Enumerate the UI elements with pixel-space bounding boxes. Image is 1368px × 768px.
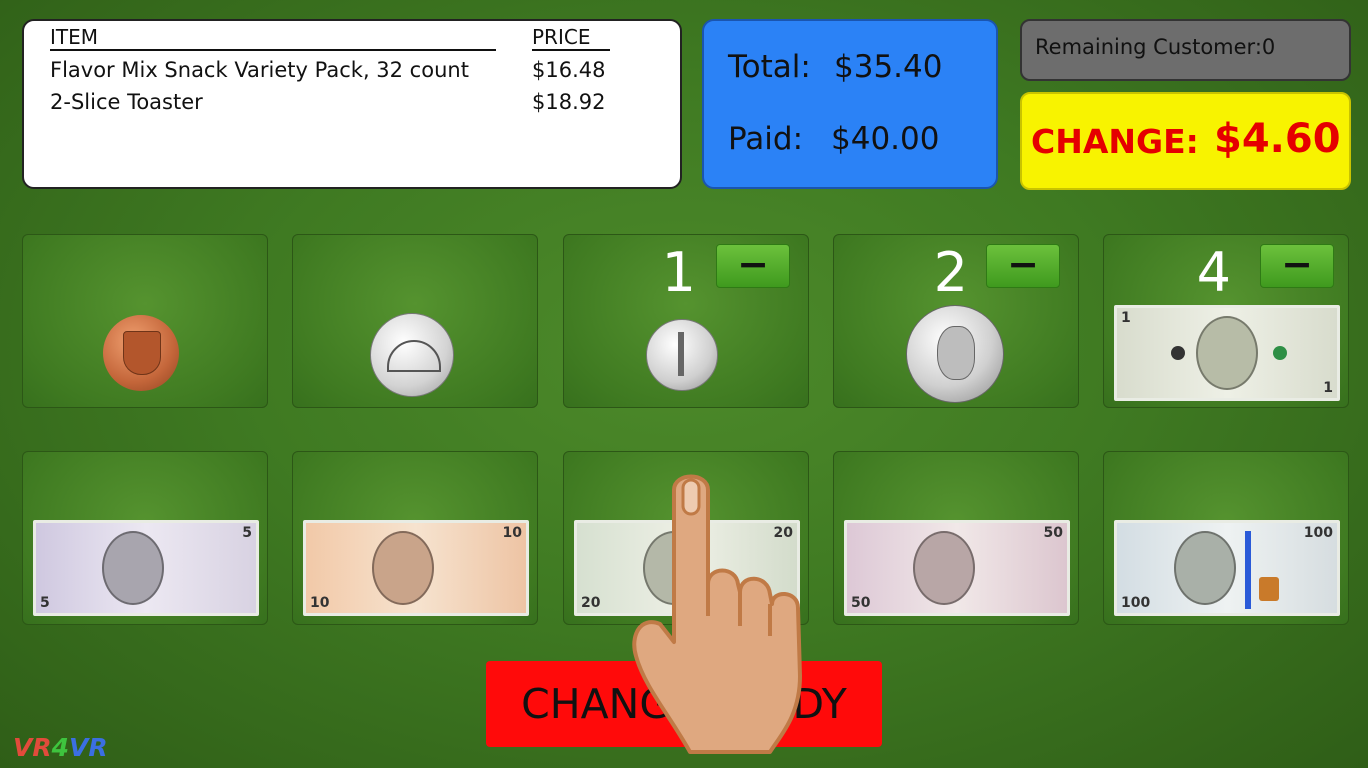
change-value: $4.60 [1214, 116, 1341, 162]
one-dollar-tile[interactable]: 4 − 1 1 [1103, 234, 1349, 408]
item-header: ITEM [50, 25, 99, 49]
quarter-coin-icon[interactable] [906, 305, 1004, 403]
change-panel: CHANGE: $4.60 [1020, 92, 1351, 190]
bill-denomination: 50 [1043, 525, 1063, 541]
quarter-count: 2 [933, 241, 968, 304]
price-header: PRICE [532, 25, 591, 49]
security-ribbon-icon [1245, 531, 1251, 609]
nickel-tile[interactable] [292, 234, 538, 408]
liberty-bell-icon [1259, 577, 1279, 601]
remaining-customers: Remaining Customer:0 [1020, 19, 1351, 81]
fifty-dollar-tile[interactable]: 50 50 [833, 451, 1079, 625]
paid-value: $40.00 [831, 121, 940, 157]
monticello-icon [387, 340, 441, 372]
dime-count: 1 [661, 241, 696, 304]
bill-denomination: 100 [1303, 525, 1333, 541]
receipt-item-price: $16.48 [532, 58, 606, 82]
washington-profile-icon [937, 326, 975, 380]
logo-vr: VR [13, 733, 52, 762]
quarter-minus-button[interactable]: − [986, 244, 1060, 288]
change-label: CHANGE: [1031, 122, 1199, 161]
shield-icon [123, 331, 161, 375]
bill-denomination: 1 [1323, 380, 1333, 396]
grant-portrait-icon [912, 531, 975, 605]
federal-reserve-seal-icon [1171, 346, 1185, 360]
one-dollar-bill-icon[interactable]: 1 1 [1114, 305, 1340, 401]
penny-tile[interactable] [22, 234, 268, 408]
bill-denomination: 100 [1121, 595, 1151, 611]
bill-denomination: 20 [581, 595, 601, 611]
bill-denomination: 5 [40, 595, 50, 611]
hundred-dollar-tile[interactable]: 100 100 [1103, 451, 1349, 625]
fifty-dollar-bill-icon[interactable]: 50 50 [844, 520, 1070, 616]
franklin-portrait-icon [1174, 531, 1236, 605]
penny-coin-icon[interactable] [103, 315, 179, 391]
receipt-panel: ITEM PRICE Flavor Mix Snack Variety Pack… [22, 19, 682, 189]
item-header-underline [50, 49, 496, 51]
bill-denomination: 10 [502, 525, 522, 541]
nickel-coin-icon[interactable] [370, 313, 454, 397]
pointing-hand-icon [632, 474, 802, 754]
one-dollar-minus-button[interactable]: − [1260, 244, 1334, 288]
five-dollar-bill-icon[interactable]: 5 5 [33, 520, 259, 616]
lincoln-portrait-icon [101, 531, 164, 605]
dime-minus-button[interactable]: − [716, 244, 790, 288]
receipt-item-price: $18.92 [532, 90, 606, 114]
quarter-tile[interactable]: 2 − [833, 234, 1079, 408]
dime-tile[interactable]: 1 − [563, 234, 809, 408]
bill-denomination: 10 [310, 595, 330, 611]
hundred-dollar-bill-icon[interactable]: 100 100 [1114, 520, 1340, 616]
bill-denomination: 1 [1121, 310, 1131, 326]
receipt-item-name: Flavor Mix Snack Variety Pack, 32 count [50, 58, 469, 82]
torch-icon [678, 332, 684, 376]
total-value: $35.40 [834, 49, 943, 85]
one-dollar-count: 4 [1196, 241, 1231, 304]
price-header-underline [532, 49, 610, 51]
dime-coin-icon[interactable] [646, 319, 718, 391]
five-dollar-tile[interactable]: 5 5 [22, 451, 268, 625]
vr4vr-logo: VR4VR [13, 733, 108, 762]
ten-dollar-tile[interactable]: 10 10 [292, 451, 538, 625]
receipt-item-name: 2-Slice Toaster [50, 90, 203, 114]
ten-dollar-bill-icon[interactable]: 10 10 [303, 520, 529, 616]
bill-denomination: 5 [242, 525, 252, 541]
total-label: Total: [728, 49, 811, 85]
bill-denomination: 50 [851, 595, 871, 611]
logo-4: 4 [51, 733, 70, 762]
logo-vr2: VR [69, 733, 108, 762]
totals-panel: Total: $35.40 Paid: $40.00 [702, 19, 998, 189]
hamilton-portrait-icon [371, 531, 434, 605]
paid-label: Paid: [728, 121, 804, 157]
treasury-seal-icon [1273, 346, 1287, 360]
washington-portrait-icon [1196, 316, 1258, 390]
